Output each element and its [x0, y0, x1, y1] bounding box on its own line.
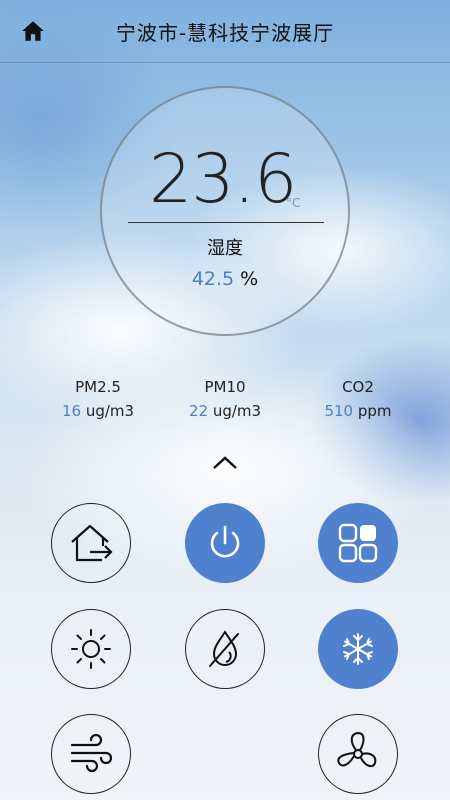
- leave-home-button[interactable]: [51, 503, 131, 583]
- metric-unit: ug/m3: [85, 402, 135, 420]
- chevron-up-icon[interactable]: [210, 452, 240, 472]
- humidity-label: 湿度: [207, 238, 243, 259]
- page-title: 宁波市-慧科技宁波展厅: [115, 21, 335, 45]
- metric-co2: CO2 510 ppm: [288, 378, 428, 420]
- metric-reading: 510 ppm: [288, 402, 428, 420]
- metric-label: CO2: [342, 378, 374, 396]
- home-icon[interactable]: [20, 18, 46, 44]
- no-drop-icon: [202, 626, 248, 672]
- temperature-value: 23.6: [149, 140, 297, 219]
- humidity-unit: %: [240, 268, 259, 290]
- sun-icon: [68, 626, 114, 672]
- home-exit-icon: [64, 516, 118, 570]
- climate-dial: 23.6 °C 湿度 42.5%: [100, 86, 350, 336]
- apps-button[interactable]: [318, 503, 398, 583]
- metric-pm25: PM2.5 16 ug/m3: [28, 378, 168, 420]
- metric-value: 510: [324, 402, 354, 420]
- apps-grid-icon: [336, 521, 380, 565]
- metric-pm10: PM10 22 ug/m3: [155, 378, 295, 420]
- metric-value: 16: [61, 402, 82, 420]
- power-icon: [203, 521, 247, 565]
- power-button[interactable]: [185, 503, 265, 583]
- top-bar: 宁波市-慧科技宁波展厅: [0, 0, 450, 63]
- dehumidify-button[interactable]: [185, 609, 265, 689]
- fan-button[interactable]: [318, 714, 398, 794]
- metric-unit: ug/m3: [212, 402, 262, 420]
- metric-reading: 16 ug/m3: [28, 402, 168, 420]
- metric-label: PM10: [204, 378, 246, 396]
- ventilation-button[interactable]: [51, 714, 131, 794]
- metric-label: PM2.5: [75, 378, 121, 396]
- temperature-unit: °C: [286, 196, 301, 210]
- metric-reading: 22 ug/m3: [155, 402, 295, 420]
- snowflake-icon: [340, 631, 376, 667]
- metric-value: 22: [188, 402, 209, 420]
- wind-icon: [66, 731, 116, 777]
- cooling-button[interactable]: [318, 609, 398, 689]
- light-button[interactable]: [51, 609, 131, 689]
- dial-divider: [128, 222, 324, 223]
- humidity-reading: 42.5%: [102, 268, 348, 290]
- humidity-value: 42.5: [191, 268, 235, 290]
- metric-unit: ppm: [357, 402, 392, 420]
- fan-icon: [332, 728, 384, 780]
